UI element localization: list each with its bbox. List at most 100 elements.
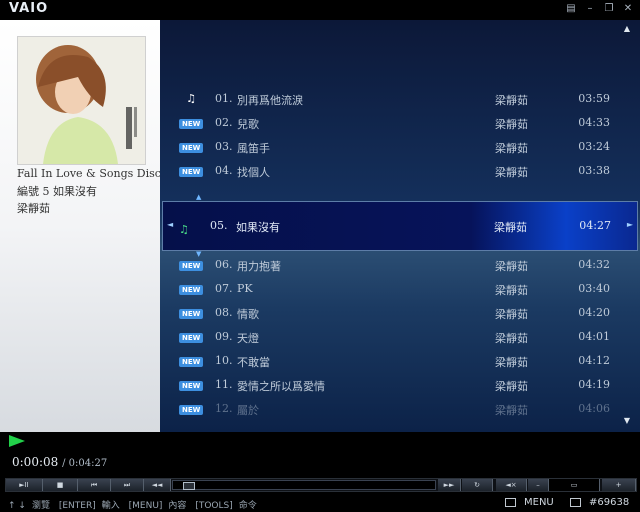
track-duration: 03:59 (578, 92, 610, 105)
track-row[interactable]: NEW 12. 屬於 梁靜茹 04:06 (160, 397, 640, 421)
track-number: 12. (215, 402, 233, 415)
track-row[interactable]: NEW 08. 情歌 梁靜茹 04:20 (160, 301, 640, 325)
code-label: #69638 (589, 497, 630, 508)
track-row[interactable]: NEW 02. 兒歌 梁靜茹 04:33 (160, 111, 640, 135)
previous-track-button[interactable]: ⏮ (78, 479, 111, 491)
track-marker: NEW (179, 330, 204, 344)
close-icon[interactable]: ✕ (622, 3, 634, 15)
track-duration: 04:20 (578, 306, 610, 319)
track-artist: 梁靜茹 (495, 118, 528, 131)
seek-handle[interactable] (182, 482, 195, 490)
track-title: 找個人 (237, 166, 270, 179)
track-marker: NEW (179, 282, 204, 296)
stop-button[interactable]: ■ (43, 479, 78, 491)
track-marker: ♫ (179, 218, 189, 237)
menu-icon (505, 497, 516, 507)
track-row[interactable]: NEW 10. 不敢當 梁靜茹 04:12 (160, 349, 640, 373)
track-marker: NEW (179, 306, 204, 320)
restore-icon[interactable]: ▤ (565, 3, 577, 15)
music-note-icon: ♫ (179, 223, 189, 236)
track-list[interactable]: ▲ ♫ 01. 別再爲他流淚 梁靜茹 03:59 NEW 02. 兒歌 梁靜茹 04:33 NEW 0… (160, 20, 640, 432)
maximize-icon[interactable]: ❐ (603, 3, 615, 15)
track-row[interactable]: NEW 03. 風笛手 梁靜茹 03:24 (160, 135, 640, 159)
track-marker: ♫ (179, 92, 203, 106)
track-duration: 04:32 (578, 258, 610, 271)
track-duration: 03:24 (578, 140, 610, 153)
volume-down-button[interactable]: – (528, 479, 549, 491)
rewind-button[interactable]: ◄◄ (144, 479, 171, 491)
new-badge: NEW (179, 143, 204, 153)
track-marker: NEW (179, 354, 204, 368)
scroll-down-icon[interactable]: ▼ (624, 416, 630, 425)
track-row[interactable]: NEW 04. 找個人 梁靜茹 03:38 (160, 159, 640, 183)
track-duration: 04:01 (578, 330, 610, 343)
track-artist: 梁靜茹 (495, 332, 528, 345)
arrow-keys-icon: ↑ ↓ (8, 501, 26, 511)
track-row[interactable]: NEW 06. 用力抱著 梁靜茹 04:32 (160, 253, 640, 277)
track-number: 11. (215, 378, 233, 391)
new-badge: NEW (179, 357, 204, 367)
play-state-icon (9, 435, 25, 447)
help-menu-label: 內容 (168, 501, 187, 511)
track-artist: 梁靜茹 (495, 308, 528, 321)
window-controls: ▤ – ❐ ✕ (565, 3, 634, 15)
arrow-left-icon[interactable]: ◄ (167, 220, 173, 229)
volume-level[interactable]: ▭ (549, 479, 600, 491)
track-duration: 03:38 (578, 164, 610, 177)
help-menu-key: [MENU] (128, 501, 163, 511)
help-tools-key: [TOOLS] (195, 501, 233, 511)
track-title: 屬於 (237, 404, 259, 417)
track-duration: 04:27 (579, 219, 611, 232)
title-bar: VAIO ▤ – ❐ ✕ (0, 0, 640, 20)
move-up-icon[interactable]: ▲ (196, 193, 201, 201)
minimize-icon[interactable]: – (584, 3, 596, 15)
album-name: Fall In Love & Songs Disc-1 (17, 167, 172, 180)
fast-forward-button[interactable]: ►► (438, 479, 461, 491)
new-badge: NEW (179, 405, 204, 415)
move-down-icon[interactable]: ▼ (196, 250, 201, 258)
current-track-line: 編號 5 如果沒有 (17, 185, 97, 198)
screen-icon (570, 497, 581, 507)
new-badge: NEW (179, 333, 204, 343)
repeat-button[interactable]: ↻ (462, 479, 493, 491)
track-artist: 梁靜茹 (495, 404, 528, 417)
track-title: 天燈 (237, 332, 259, 345)
code-badge: #69638 (570, 497, 629, 508)
current-artist: 梁靜茹 (17, 202, 50, 215)
volume-up-button[interactable]: + (602, 479, 636, 491)
track-number: 08. (215, 306, 233, 319)
track-artist: 梁靜茹 (495, 166, 528, 179)
music-note-icon: ♫ (186, 92, 196, 105)
new-badge: NEW (179, 261, 204, 271)
track-artist: 梁靜茹 (495, 380, 528, 393)
track-row[interactable]: NEW 11. 愛情之所以爲愛情 梁靜茹 04:19 (160, 373, 640, 397)
track-artist: 梁靜茹 (495, 260, 528, 273)
track-marker: NEW (179, 164, 204, 178)
track-duration: 04:33 (578, 116, 610, 129)
menu-label: MENU (524, 497, 554, 508)
track-duration: 03:40 (578, 282, 610, 295)
elapsed-time: 0:00:08 / 0:04:27 (12, 455, 107, 469)
menu-button[interactable]: MENU (505, 497, 554, 508)
track-number: 04. (215, 164, 233, 177)
seek-bar[interactable] (172, 480, 436, 490)
time-current: 0:00:08 (12, 455, 59, 469)
track-row-selected[interactable]: ◄ ♫ 05. 如果沒有 梁靜茹 04:27 ► (162, 201, 638, 251)
play-pause-button[interactable]: ►II (6, 479, 43, 491)
track-number: 05. (210, 219, 228, 232)
track-number: 03. (215, 140, 233, 153)
track-artist: 梁靜茹 (495, 94, 528, 107)
help-enter-label: 輸入 (101, 501, 120, 511)
arrow-right-icon[interactable]: ► (627, 220, 633, 229)
track-artist: 梁靜茹 (494, 221, 527, 234)
track-row[interactable]: NEW 07. PK 梁靜茹 03:40 (160, 277, 640, 301)
next-track-button[interactable]: ⏭ (111, 479, 144, 491)
help-tools-label: 命令 (238, 501, 257, 511)
track-row[interactable]: NEW 09. 天燈 梁靜茹 04:01 (160, 325, 640, 349)
track-title: 愛情之所以爲愛情 (237, 380, 325, 393)
track-title: 風笛手 (237, 142, 270, 155)
scroll-up-icon[interactable]: ▲ (624, 24, 630, 33)
mute-button[interactable]: ◄× (496, 479, 527, 491)
help-browse: 瀏覽 (31, 501, 50, 511)
track-row[interactable]: ♫ 01. 別再爲他流淚 梁靜茹 03:59 (160, 87, 640, 111)
